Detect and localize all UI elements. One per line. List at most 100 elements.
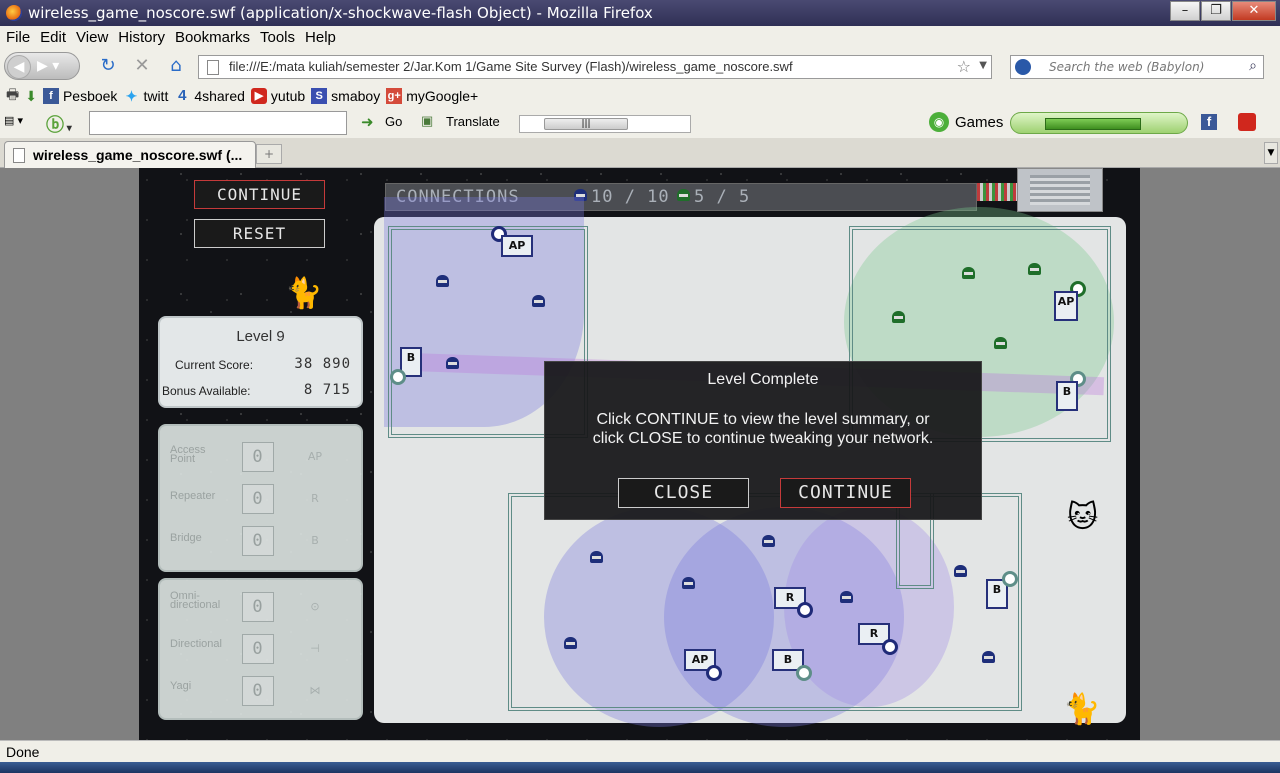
repeater-device-icon[interactable]: R: [296, 488, 334, 510]
babylon-logo-icon[interactable]: ⓑ ▾: [46, 111, 72, 137]
inventory-count: 0: [242, 484, 274, 514]
inventory-label: Yagi: [170, 680, 192, 692]
home-icon[interactable]: ⌂: [166, 56, 186, 76]
green-user-icon: [677, 189, 690, 205]
bookmark-yutub[interactable]: ▶ yutub: [250, 88, 305, 104]
menu-help[interactable]: Help: [305, 29, 336, 46]
go-arrow-icon[interactable]: ➜: [361, 113, 374, 131]
inventory-count: 0: [242, 526, 274, 556]
reload-icon[interactable]: ↻: [98, 56, 118, 76]
minimize-button[interactable]: –: [1170, 1, 1200, 21]
translate-button[interactable]: Translate: [446, 114, 500, 129]
blue-user-icon: [954, 565, 967, 581]
games-button[interactable]: Games: [955, 114, 1003, 131]
bridge-device[interactable]: B: [1056, 381, 1078, 411]
search-box[interactable]: Search the web (Babylon) ⌕: [1010, 55, 1264, 79]
menu-tools[interactable]: Tools: [260, 29, 295, 46]
page-icon: [13, 148, 25, 163]
url-bar[interactable]: file:///E:/mata kuliah/semester 2/Jar.Ko…: [198, 55, 992, 79]
facebook-share-icon[interactable]: f: [1201, 114, 1217, 130]
level-label: Level 9: [236, 328, 285, 345]
cat-sleeping-icon: 🐈: [285, 276, 323, 311]
blue-user-icon: [564, 637, 577, 653]
stop-icon[interactable]: ✕: [132, 56, 152, 76]
menu-file[interactable]: File: [6, 29, 30, 46]
level-complete-dialog: Level Complete Click CONTINUE to view th…: [544, 361, 982, 520]
access-point-device[interactable]: AP: [1054, 291, 1078, 321]
dialog-close-button[interactable]: CLOSE: [618, 478, 749, 508]
volume-control[interactable]: [1010, 112, 1188, 134]
babylon-search-input[interactable]: [89, 111, 347, 135]
window-title: wireless_game_noscore.swf (application/x…: [28, 4, 653, 22]
games-icon[interactable]: ◉: [929, 112, 949, 132]
blue-user-icon: [436, 275, 449, 291]
translate-icon[interactable]: ▣: [421, 113, 433, 129]
bonus-value: 8 715: [303, 382, 351, 398]
blue-user-icon: [840, 591, 853, 607]
maximize-button[interactable]: ❐: [1201, 1, 1231, 21]
omni-antenna-icon[interactable]: ⊙: [296, 596, 334, 618]
green-connections-count: 5 / 5: [694, 187, 751, 207]
game-canvas[interactable]: CONTINUE RESET CONNECTIONS 10 / 10 5 / 5…: [139, 168, 1140, 740]
blue-user-icon: [446, 357, 459, 373]
tab-title: wireless_game_noscore.swf (...: [33, 147, 243, 163]
game-reset-button[interactable]: RESET: [194, 219, 325, 248]
url-dropdown-icon[interactable]: ▼: [979, 60, 987, 71]
game-continue-button[interactable]: CONTINUE: [194, 180, 325, 209]
tab-list-icon[interactable]: ▼: [1264, 142, 1278, 164]
s-icon: S: [311, 88, 328, 104]
directional-antenna-icon[interactable]: ⊣: [296, 638, 334, 660]
yagi-antenna-icon[interactable]: ⋈: [296, 680, 334, 702]
ap-node: [706, 665, 722, 681]
bookmark-label: smaboy: [331, 88, 381, 104]
inventory-count: 0: [242, 442, 274, 472]
go-button[interactable]: Go: [385, 114, 402, 129]
menu-bookmarks[interactable]: Bookmarks: [175, 29, 250, 46]
menu-edit[interactable]: Edit: [40, 29, 66, 46]
download-icon[interactable]: ⬇: [25, 88, 37, 105]
search-engine-icon[interactable]: [1015, 59, 1031, 75]
device-inventory: Access Point 0 AP Repeater 0 R Bridge 0 …: [158, 424, 363, 572]
back-forward-group: ◀ ▶ ▾: [4, 52, 80, 80]
close-window-button[interactable]: ✕: [1232, 1, 1276, 21]
firefox-icon: [6, 5, 22, 21]
search-icon[interactable]: ⌕: [1249, 58, 1257, 74]
back-button[interactable]: ◀: [7, 55, 31, 79]
bookmark-smaboy[interactable]: S smaboy: [311, 88, 380, 104]
url-text: file:///E:/mata kuliah/semester 2/Jar.Ko…: [229, 59, 793, 74]
scroll-thumb[interactable]: |||: [544, 118, 628, 130]
dialog-title: Level Complete: [707, 371, 819, 388]
print-icon[interactable]: 🖶: [6, 84, 19, 108]
inventory-label: Repeater: [170, 490, 216, 502]
blue-user-icon: [982, 651, 995, 667]
new-tab-button[interactable]: +: [256, 144, 282, 164]
youtube-share-icon[interactable]: [1238, 113, 1256, 131]
inventory-count: 0: [242, 676, 274, 706]
bridge-device-icon[interactable]: B: [296, 530, 334, 552]
flag-us-icon[interactable]: ▤ ▾: [4, 114, 23, 127]
menu-bar: File Edit View History Bookmarks Tools H…: [0, 26, 1280, 48]
menu-view[interactable]: View: [76, 29, 108, 46]
dialog-continue-button[interactable]: CONTINUE: [780, 478, 911, 508]
access-point-device[interactable]: AP: [501, 235, 533, 257]
volume-bar[interactable]: [1045, 118, 1141, 130]
bookmark-mygoogle[interactable]: g+ myGoogle+: [386, 88, 478, 104]
bookmarks-bar: 🖶 ⬇ f Pesboek ✦ twitt 4 4shared ▶ yutub …: [0, 84, 1280, 108]
bookmark-pesboek[interactable]: f Pesboek: [42, 88, 117, 104]
bookmark-twitt[interactable]: ✦ twitt: [123, 88, 169, 104]
repeater-node: [797, 602, 813, 618]
access-point-device-icon[interactable]: AP: [296, 446, 334, 468]
tab-game[interactable]: wireless_game_noscore.swf (...: [4, 141, 256, 168]
navigation-toolbar: ◀ ▶ ▾ ↻ ✕ ⌂ file:///E:/mata kuliah/semes…: [0, 48, 1280, 84]
toolbar-scroller[interactable]: |||: [519, 115, 691, 133]
google-plus-icon: g+: [386, 88, 403, 104]
menu-history[interactable]: History: [118, 29, 165, 46]
bookmark-4shared[interactable]: 4 4shared: [174, 88, 245, 105]
bookmark-label: myGoogle+: [406, 88, 479, 104]
window-titlebar: wireless_game_noscore.swf (application/x…: [0, 0, 1280, 26]
bookmark-star-icon[interactable]: ☆: [957, 57, 971, 76]
cat-blue-icon: 🐈: [1063, 692, 1101, 727]
forward-button[interactable]: ▶ ▾: [37, 58, 59, 74]
inventory-label: Access Point: [170, 444, 206, 465]
bookmark-label: 4shared: [194, 88, 245, 104]
